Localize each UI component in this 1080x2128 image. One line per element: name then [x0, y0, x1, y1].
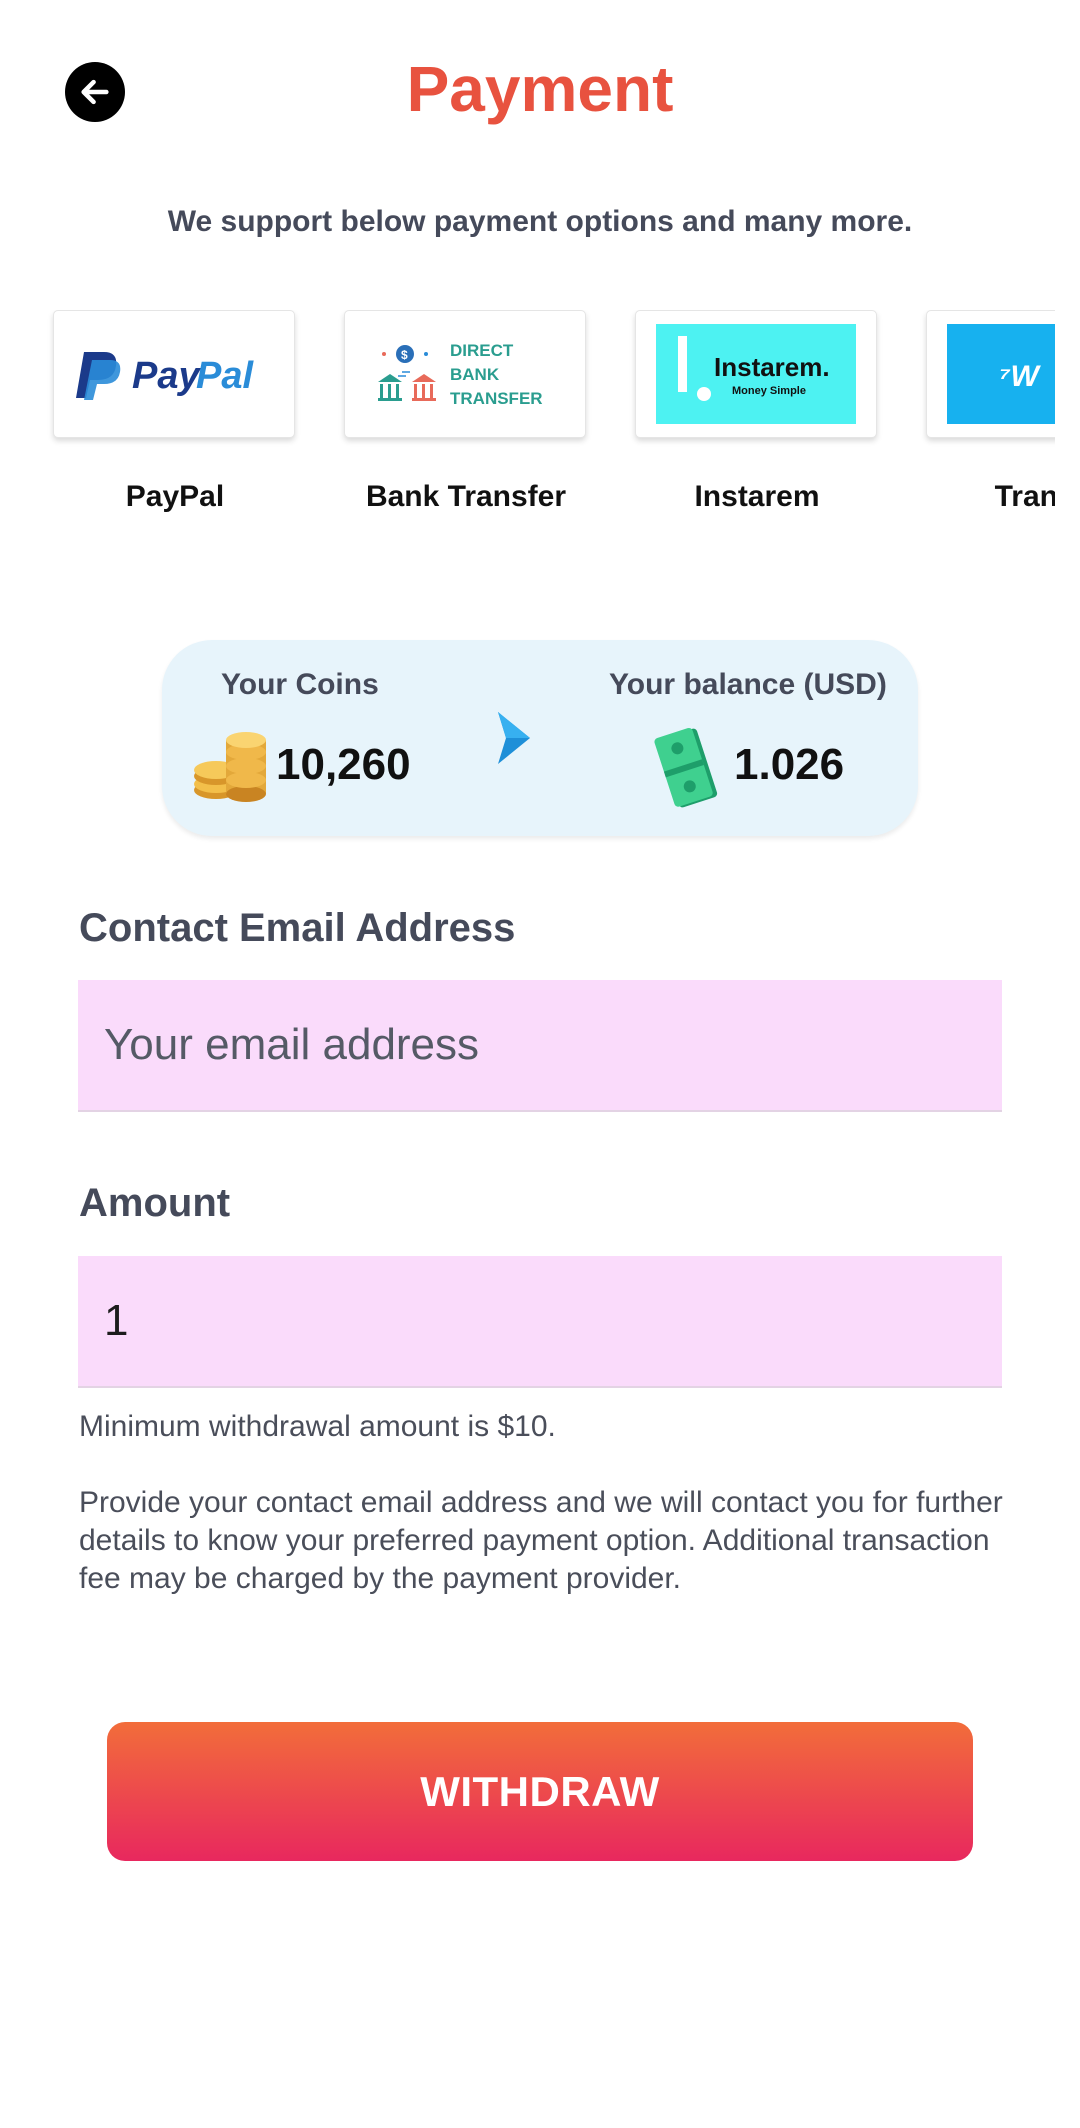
direct-bank-transfer-logo: $ DIRECT BANK TRANSFER	[378, 341, 543, 408]
amount-field-label: Amount	[79, 1181, 231, 1225]
instarem-logo: Instarem. Money Simple	[656, 324, 856, 424]
usd-balance-label: Your balance (USD)	[609, 668, 887, 701]
payment-method-label: Instarem	[694, 480, 820, 513]
paypal-logo-card: Pay Pal	[53, 310, 295, 438]
coins-value: 10,260	[276, 740, 411, 789]
payment-methods-carousel[interactable]: Pay Pal PayPal $ DIRECT BANK TRANSFER Ba…	[0, 310, 1055, 540]
svg-text:$: $	[401, 348, 408, 362]
svg-text:⁷W: ⁷W	[999, 360, 1041, 393]
bank-transfer-logo-card: $ DIRECT BANK TRANSFER	[344, 310, 586, 438]
payment-info-note: Provide your contact email address and w…	[79, 1486, 1003, 1595]
payment-method-label: Transfe	[994, 480, 1055, 513]
payment-method-wise[interactable]: ⁷W Transfe	[926, 310, 1055, 514]
usd-balance-value: 1.026	[734, 740, 845, 789]
svg-text:BANK: BANK	[450, 365, 500, 384]
coins-label: Your Coins	[221, 668, 379, 701]
svg-text:Money Simple: Money Simple	[732, 385, 806, 397]
svg-text:DIRECT: DIRECT	[450, 341, 514, 360]
svg-text:Pay: Pay	[132, 355, 201, 397]
svg-text:Pal: Pal	[196, 355, 254, 397]
minimum-withdrawal-note: Minimum withdrawal amount is $10.	[79, 1410, 556, 1443]
payment-options-subtitle: We support below payment options and man…	[167, 205, 913, 238]
payment-method-label: PayPal	[125, 480, 225, 513]
email-field-label: Contact Email Address	[79, 906, 516, 950]
cash-stack-icon	[654, 727, 718, 808]
payment-method-paypal[interactable]: Pay Pal PayPal	[53, 310, 297, 514]
payment-method-instarem[interactable]: Instarem. Money Simple Instarem	[635, 310, 879, 514]
withdraw-button[interactable]: WITHDRAW	[107, 1722, 973, 1861]
email-input[interactable]	[78, 980, 1002, 1112]
wise-logo-card: ⁷W	[926, 310, 1055, 438]
svg-text:TRANSFER: TRANSFER	[450, 389, 543, 408]
wise-logo: ⁷W	[947, 324, 1055, 424]
amount-input[interactable]	[78, 1256, 1002, 1388]
paypal-logo: Pay Pal	[76, 352, 254, 400]
svg-text:Instarem.: Instarem.	[714, 352, 830, 382]
instarem-logo-card: Instarem. Money Simple	[635, 310, 877, 438]
balance-card: Your Coins 10,260 Your balance (USD) 1.0…	[162, 640, 918, 836]
page-title: Payment	[406, 53, 674, 125]
payment-method-label: Bank Transfer	[365, 480, 567, 513]
coins-stack-icon	[194, 732, 266, 802]
chevron-right-icon	[498, 712, 530, 764]
payment-method-bank-transfer[interactable]: $ DIRECT BANK TRANSFER Bank Transfer	[344, 310, 588, 514]
